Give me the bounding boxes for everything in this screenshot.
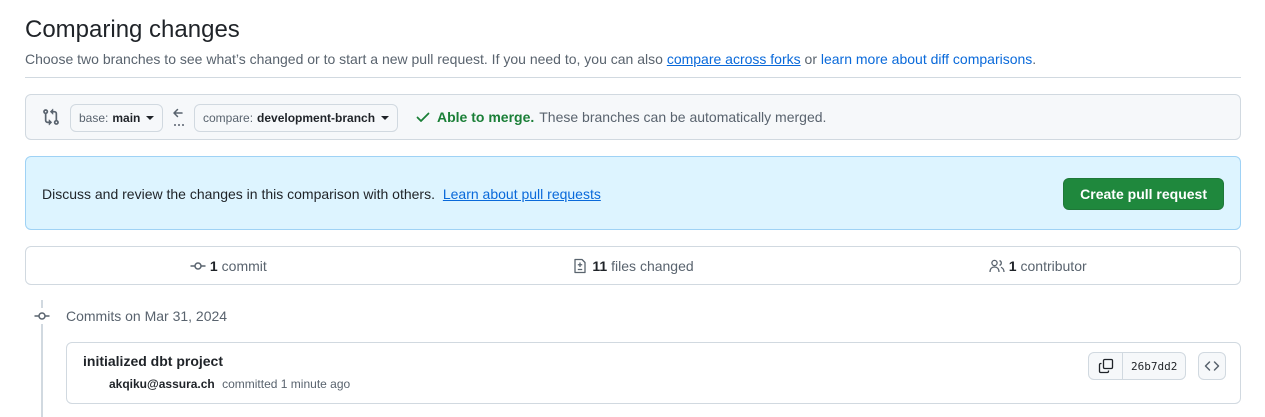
commit-sha-link[interactable]: 26b7dd2 xyxy=(1123,353,1185,379)
compare-page: Comparing changes Choose two branches to… xyxy=(0,0,1265,417)
subtitle-or: or xyxy=(804,51,817,67)
commits-label: commit xyxy=(221,257,267,274)
browse-repo-button[interactable] xyxy=(1198,352,1226,380)
subtitle-period: . xyxy=(1032,51,1037,67)
create-pr-banner: Discuss and review the changes in this c… xyxy=(25,156,1241,230)
compare-branch-name: development-branch xyxy=(257,111,376,125)
page-subtitle: Choose two branches to see what’s change… xyxy=(25,51,1036,67)
commits-date-heading: Commits on Mar 31, 2024 xyxy=(66,308,228,324)
code-icon xyxy=(1204,361,1220,371)
banner-text: Discuss and review the changes in this c… xyxy=(42,186,435,202)
git-commit-icon xyxy=(33,308,51,324)
learn-pull-requests-link[interactable]: Learn about pull requests xyxy=(443,186,601,202)
commit-author[interactable]: akqiku@assura.ch xyxy=(109,377,215,391)
merge-ok-text: Able to merge. xyxy=(437,109,535,125)
files-count: 11 xyxy=(592,257,608,274)
banner-message: Discuss and review the changes in this c… xyxy=(42,186,601,202)
range-editor: base: main compare: development-branch A… xyxy=(25,94,1241,140)
git-compare-icon xyxy=(43,108,59,126)
merge-detail-text: These branches can be automatically merg… xyxy=(539,109,827,125)
file-diff-icon xyxy=(574,258,586,273)
files-changed-stat[interactable]: 11 files changed xyxy=(431,247,836,284)
commit-action: committed xyxy=(222,377,278,391)
commit-meta: akqiku@assura.ch committed 1 minute ago xyxy=(109,377,350,391)
base-prefix: base: xyxy=(79,111,109,125)
subtitle-text: Choose two branches to see what’s change… xyxy=(25,51,663,67)
commit-time: 1 minute ago xyxy=(280,377,351,391)
commits-stat[interactable]: 1 commit xyxy=(26,247,431,284)
comparison-stats: 1 commit 11 files changed 1 contributor xyxy=(25,246,1241,285)
compare-across-forks-link[interactable]: compare across forks xyxy=(667,51,801,67)
learn-diff-comparisons-link[interactable]: learn more about diff comparisons xyxy=(821,51,1032,67)
chevron-down-icon xyxy=(146,116,155,120)
commit-sha-group: 26b7dd2 xyxy=(1088,352,1187,380)
copy-sha-button[interactable] xyxy=(1089,353,1123,379)
header-divider xyxy=(25,77,1241,78)
compare-prefix: compare: xyxy=(203,111,254,125)
contributors-stat[interactable]: 1 contributor xyxy=(835,247,1240,284)
page-title: Comparing changes xyxy=(25,16,240,43)
check-icon xyxy=(416,112,430,122)
commits-count: 1 xyxy=(209,257,218,274)
people-icon xyxy=(989,259,1005,272)
merge-status: Able to merge. These branches can be aut… xyxy=(415,109,826,125)
compare-branch-select[interactable]: compare: development-branch xyxy=(194,104,399,132)
base-branch-name: main xyxy=(112,111,141,125)
commit-list-item: initialized dbt project akqiku@assura.ch… xyxy=(66,342,1241,404)
contributors-label: contributor xyxy=(1020,257,1087,274)
commit-title-link[interactable]: initialized dbt project xyxy=(83,353,223,369)
git-commit-icon xyxy=(190,261,206,270)
create-pull-request-button[interactable]: Create pull request xyxy=(1063,178,1224,210)
contributors-count: 1 xyxy=(1008,257,1017,274)
base-branch-select[interactable]: base: main xyxy=(70,104,164,132)
chevron-down-icon xyxy=(381,116,390,120)
copy-icon xyxy=(1098,358,1113,374)
files-label: files changed xyxy=(611,257,694,274)
arrow-left-icon xyxy=(173,108,184,126)
